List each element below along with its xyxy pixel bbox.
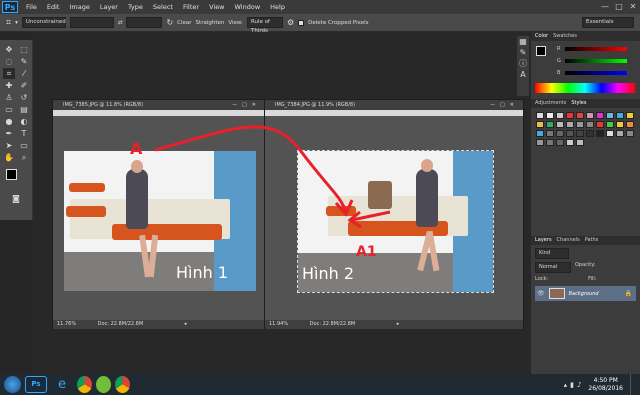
show-desktop-button[interactable] <box>630 374 636 395</box>
fg-color-chip[interactable] <box>536 46 546 56</box>
style-preset-2[interactable] <box>556 112 564 119</box>
style-preset-28[interactable] <box>616 130 624 137</box>
style-preset-7[interactable] <box>606 112 614 119</box>
tab-color[interactable]: Color <box>535 32 548 41</box>
style-preset-16[interactable] <box>596 121 604 128</box>
style-preset-12[interactable] <box>556 121 564 128</box>
style-preset-30[interactable] <box>536 139 544 146</box>
style-preset-33[interactable] <box>566 139 574 146</box>
style-preset-18[interactable] <box>616 121 624 128</box>
taskbar-photoshop-icon[interactable]: Ps <box>25 376 47 393</box>
tab-adjustments[interactable]: Adjustments <box>535 99 566 108</box>
layer-row-background[interactable]: 👁 Background 🔒 <box>535 286 636 301</box>
layer-filter-kind[interactable]: Kind <box>535 248 569 259</box>
taskbar-ie-icon[interactable]: e <box>51 376 73 393</box>
style-preset-29[interactable] <box>626 130 634 137</box>
style-preset-21[interactable] <box>546 130 554 137</box>
tray-clock[interactable]: 4:50 PM 26/08/2016 <box>588 377 623 393</box>
styles-panel-tabs: Adjustments Styles <box>531 99 640 108</box>
lock-icon: 🔒 <box>624 290 632 297</box>
style-preset-1[interactable] <box>546 112 554 119</box>
tray-volume-icon[interactable]: ♪ <box>577 381 581 389</box>
style-preset-0[interactable] <box>536 112 544 119</box>
style-preset-8[interactable] <box>616 112 624 119</box>
character-panel-icon[interactable]: A <box>517 69 529 80</box>
taskbar-app-icon[interactable] <box>96 376 111 393</box>
color-spectrum[interactable] <box>535 83 635 93</box>
style-preset-32[interactable] <box>556 139 564 146</box>
taskbar-chrome-icon-2[interactable] <box>115 376 130 393</box>
marker-a1: A1 <box>356 244 377 260</box>
layers-panel: Kind Normal Opacity: Lock: Fill: 👁 Backg… <box>531 245 640 304</box>
color-panel: R G B <box>531 41 640 97</box>
clock-date: 26/08/2016 <box>588 384 623 392</box>
style-preset-24[interactable] <box>576 130 584 137</box>
style-preset-22[interactable] <box>556 130 564 137</box>
style-preset-25[interactable] <box>586 130 594 137</box>
tab-channels[interactable]: Channels <box>557 236 580 245</box>
tab-paths[interactable]: Paths <box>585 236 599 245</box>
style-preset-17[interactable] <box>606 121 614 128</box>
channel-g-label: G <box>557 58 561 64</box>
layer-name[interactable]: Background <box>569 291 599 297</box>
tab-styles[interactable]: Styles <box>571 99 586 108</box>
style-preset-31[interactable] <box>546 139 554 146</box>
style-preset-3[interactable] <box>566 112 574 119</box>
visibility-eye-icon[interactable]: 👁 <box>537 290 545 297</box>
style-preset-9[interactable] <box>626 112 634 119</box>
style-preset-5[interactable] <box>586 112 594 119</box>
history-panel-icon[interactable]: ▦ <box>517 36 529 47</box>
slider-r[interactable] <box>565 47 627 51</box>
style-preset-19[interactable] <box>626 121 634 128</box>
taskbar-chrome-icon[interactable] <box>77 376 92 393</box>
info-panel-icon[interactable]: ⓘ <box>517 58 529 69</box>
channel-r-label: R <box>557 46 561 52</box>
style-preset-13[interactable] <box>566 121 574 128</box>
properties-panel-icon[interactable]: ✎ <box>517 47 529 58</box>
lock-label: Lock: <box>535 276 549 282</box>
tray-flag-icon[interactable]: ▴ <box>564 381 568 389</box>
windows-taskbar: Ps e ▴ ▮ ♪ 4:50 PM 26/08/2016 <box>0 374 640 395</box>
blend-mode-select[interactable]: Normal <box>535 262 571 273</box>
style-preset-34[interactable] <box>576 139 584 146</box>
styles-grid <box>531 108 640 236</box>
slider-b[interactable] <box>565 71 627 75</box>
opacity-label: Opacity: <box>575 262 596 268</box>
style-preset-15[interactable] <box>586 121 594 128</box>
style-preset-26[interactable] <box>596 130 604 137</box>
tab-layers[interactable]: Layers <box>535 236 552 245</box>
style-preset-6[interactable] <box>596 112 604 119</box>
style-preset-27[interactable] <box>606 130 614 137</box>
fill-label: Fill: <box>588 276 597 282</box>
panel-icon-strip: ▦ ✎ ⓘ A <box>517 36 529 96</box>
layers-panel-tabs: Layers Channels Paths <box>531 236 640 245</box>
clock-time: 4:50 PM <box>593 376 618 384</box>
tab-swatches[interactable]: Swatches <box>553 32 577 41</box>
slider-g[interactable] <box>565 59 627 63</box>
style-preset-10[interactable] <box>536 121 544 128</box>
tray-network-icon[interactable]: ▮ <box>570 381 574 389</box>
style-preset-14[interactable] <box>576 121 584 128</box>
layer-thumbnail <box>548 288 565 299</box>
style-preset-4[interactable] <box>576 112 584 119</box>
start-button-icon[interactable] <box>4 376 21 393</box>
style-preset-23[interactable] <box>566 130 574 137</box>
channel-b-label: B <box>557 70 561 76</box>
style-preset-20[interactable] <box>536 130 544 137</box>
color-panel-tabs: Color Swatches <box>531 32 640 41</box>
style-preset-11[interactable] <box>546 121 554 128</box>
marker-a: A <box>130 139 143 158</box>
right-panel-dock: ▦ ✎ ⓘ A Color Swatches R G B Adjustments… <box>517 32 640 374</box>
